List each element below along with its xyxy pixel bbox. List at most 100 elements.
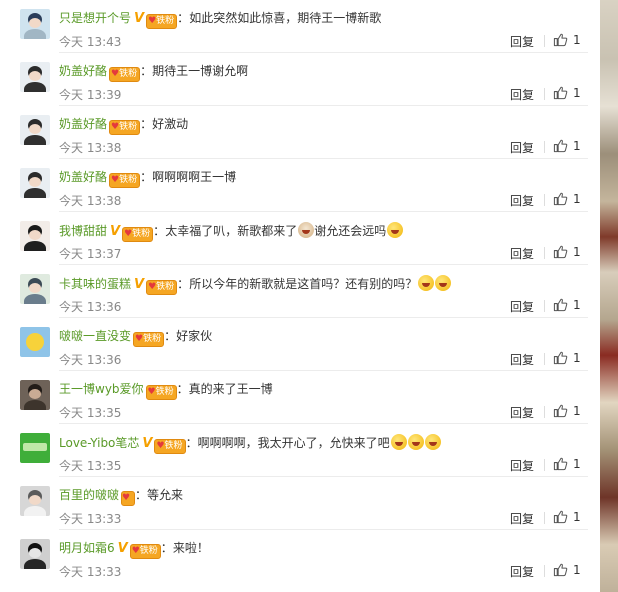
crying-emoji-icon	[424, 434, 441, 450]
like-button[interactable]: 1	[553, 456, 581, 472]
reply-button[interactable]: 回复	[510, 457, 534, 474]
divider	[544, 459, 545, 471]
divider	[544, 88, 545, 100]
avatar[interactable]	[20, 9, 50, 39]
reply-button[interactable]: 回复	[510, 404, 534, 421]
fan-badge-icon[interactable]: ♥铁粉	[122, 227, 154, 242]
username[interactable]: 卡其味的蛋糕	[59, 277, 131, 291]
avatar[interactable]	[20, 433, 50, 463]
avatar[interactable]	[20, 168, 50, 198]
like-count: 1	[573, 563, 581, 577]
comment-item: 奶盖好酪 ♥铁粉 ：啊啊啊啊王一博 今天 13:38 回复 1	[0, 159, 600, 212]
fan-badge-icon[interactable]: ♥铁粉	[146, 14, 178, 29]
username[interactable]: 只是想开个号	[59, 11, 131, 25]
like-button[interactable]: 1	[553, 138, 581, 154]
like-button[interactable]: 1	[553, 244, 581, 260]
fan-badge-icon[interactable]: ♥铁粉	[133, 332, 165, 347]
avatar[interactable]	[20, 115, 50, 145]
like-count: 1	[573, 86, 581, 100]
fan-badge-icon[interactable]: ♥铁粉	[109, 120, 141, 135]
username[interactable]: 明月如霜6	[59, 541, 115, 555]
timestamp: 今天 13:36	[59, 353, 122, 367]
like-button[interactable]: 1	[553, 32, 581, 48]
comment-text: 期待王一博谢允啊	[152, 64, 249, 78]
timestamp: 今天 13:33	[59, 565, 122, 579]
reply-button[interactable]: 回复	[510, 298, 534, 315]
username[interactable]: 百里的啵啵	[59, 488, 119, 502]
like-button[interactable]: 1	[553, 85, 581, 101]
fan-badge-icon[interactable]: ♥铁粉	[129, 544, 161, 559]
thumbs-up-icon	[553, 404, 568, 418]
reply-button[interactable]: 回复	[510, 192, 534, 209]
comment-feed: 只是想开个号 V ♥铁粉 ：如此突然如此惊喜，期待王一博新歌 今天 13:43 回复 …	[0, 0, 600, 592]
like-count: 1	[573, 510, 581, 524]
comment-text: 啊啊啊啊王一博	[152, 170, 237, 184]
username[interactable]: 奶盖好酪	[59, 170, 107, 184]
username[interactable]: 啵啵一直没变	[59, 329, 131, 343]
timestamp: 今天 13:38	[59, 194, 122, 208]
like-count: 1	[573, 139, 581, 153]
reply-button[interactable]: 回复	[510, 86, 534, 103]
comment-item: 王一博wyb爱你 ♥铁粉 ：真的来了王一博 今天 13:35 回复 1	[0, 371, 600, 424]
avatar[interactable]	[20, 327, 50, 357]
fan-badge-icon[interactable]: ♥铁粉	[109, 67, 141, 82]
laughing-emoji-icon	[418, 275, 435, 291]
avatar[interactable]	[20, 539, 50, 569]
comment-item: 只是想开个号 V ♥铁粉 ：如此突然如此惊喜，期待王一博新歌 今天 13:43 回复 …	[0, 0, 600, 53]
avatar[interactable]	[20, 221, 50, 251]
divider	[544, 406, 545, 418]
crying-emoji-icon	[390, 434, 407, 450]
username[interactable]: 王一博wyb爱你	[59, 382, 144, 396]
like-button[interactable]: 1	[553, 350, 581, 366]
verified-v-icon: V	[142, 436, 153, 451]
reply-button[interactable]: 回复	[510, 510, 534, 527]
comment-item: 明月如霜6 V ♥铁粉 ：来啦！ 今天 13:33 回复 1	[0, 530, 600, 583]
username[interactable]: 我博甜甜	[59, 224, 107, 238]
cat-emoji-icon	[298, 222, 315, 238]
reply-button[interactable]: 回复	[510, 33, 534, 50]
avatar[interactable]	[20, 274, 50, 304]
reply-button[interactable]: 回复	[510, 139, 534, 156]
fan-badge-icon[interactable]: ♥	[121, 491, 136, 506]
comment-text: 啊啊啊啊，我太开心了，允快来了吧	[197, 436, 390, 450]
comment-text: 所以今年的新歌就是这首吗？还有别的吗？	[189, 277, 418, 291]
divider	[544, 35, 545, 47]
reply-button[interactable]: 回复	[510, 351, 534, 368]
like-button[interactable]: 1	[553, 403, 581, 419]
crying-emoji-icon	[407, 434, 424, 450]
like-count: 1	[573, 192, 581, 206]
timestamp: 今天 13:43	[59, 35, 122, 49]
fan-badge-icon[interactable]: ♥铁粉	[145, 385, 177, 400]
like-button[interactable]: 1	[553, 562, 581, 578]
thumbs-up-icon	[553, 563, 568, 577]
comment-item: 我博甜甜 V ♥铁粉 ：太幸福了叭，新歌都来了 谢允还会远吗 今天 13:37 回复 1	[0, 212, 600, 265]
avatar[interactable]	[20, 380, 50, 410]
comment-item: 奶盖好酪 ♥铁粉 ：期待王一博谢允啊 今天 13:39 回复 1	[0, 53, 600, 106]
comment-text: 等允来	[147, 488, 184, 502]
username[interactable]: 奶盖好酪	[59, 117, 107, 131]
verified-v-icon: V	[110, 224, 121, 239]
timestamp: 今天 13:36	[59, 300, 122, 314]
verified-v-icon: V	[134, 277, 145, 292]
divider	[544, 512, 545, 524]
comment-text: 好激动	[152, 117, 189, 131]
like-button[interactable]: 1	[553, 509, 581, 525]
like-button[interactable]: 1	[553, 191, 581, 207]
fan-badge-icon[interactable]: ♥铁粉	[154, 439, 186, 454]
username[interactable]: Love-Yibo笔芯	[59, 436, 139, 450]
divider	[544, 300, 545, 312]
fan-badge-icon[interactable]: ♥铁粉	[146, 280, 178, 295]
reply-button[interactable]: 回复	[510, 563, 534, 580]
verified-v-icon: V	[134, 11, 145, 26]
username[interactable]: 奶盖好酪	[59, 64, 107, 78]
comment-item: 啵啵一直没变 ♥铁粉 ：好家伙 今天 13:36 回复 1	[0, 318, 600, 371]
like-count: 1	[573, 245, 581, 259]
comment-item: 百里的啵啵 ♥ ：等允来 今天 13:33 回复 1	[0, 477, 600, 530]
fan-badge-icon[interactable]: ♥铁粉	[109, 173, 141, 188]
comment-text: 好家伙	[176, 329, 213, 343]
background-image-strip	[600, 0, 618, 592]
avatar[interactable]	[20, 62, 50, 92]
like-button[interactable]: 1	[553, 297, 581, 313]
reply-button[interactable]: 回复	[510, 245, 534, 262]
avatar[interactable]	[20, 486, 50, 516]
